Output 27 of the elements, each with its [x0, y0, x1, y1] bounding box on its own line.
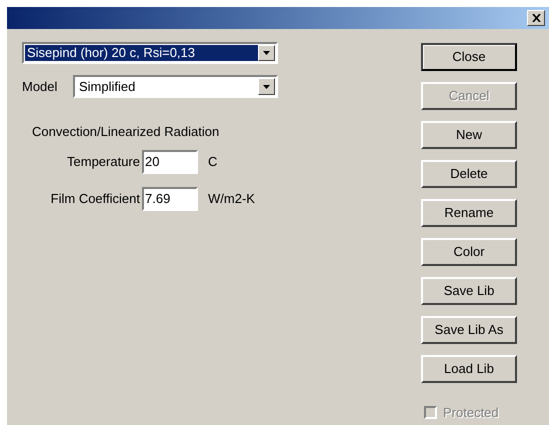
dialog-button[interactable]: Close — [421, 43, 517, 71]
material-dropdown[interactable]: Sisepind (hor) 20 c, Rsi=0,13 — [22, 42, 278, 64]
material-value: Sisepind (hor) 20 c, Rsi=0,13 — [25, 45, 258, 61]
dropdown-arrow-button[interactable] — [258, 45, 275, 61]
dialog-button[interactable]: Save Lib As — [421, 316, 517, 344]
close-button[interactable] — [527, 10, 545, 26]
model-dropdown[interactable]: Simplified — [73, 75, 278, 98]
caret-icon — [263, 51, 270, 55]
dialog-button[interactable]: Color — [421, 238, 517, 266]
close-icon — [532, 14, 540, 22]
dialog-button[interactable]: New — [421, 121, 517, 149]
protected-label: Protected — [443, 404, 499, 422]
dialog-button[interactable]: Load Lib — [421, 355, 517, 383]
model-label: Model — [22, 78, 58, 96]
field-label: Temperature — [66, 152, 141, 171]
dropdown-arrow-button[interactable] — [258, 78, 275, 95]
section-title: Convection/Linearized Radiation — [32, 123, 220, 141]
input-field[interactable]: 20 — [142, 150, 198, 174]
unit-label: W/m2-K — [208, 190, 255, 208]
field-label: Film Coefficient — [50, 190, 141, 208]
dialog-button[interactable]: Save Lib — [421, 277, 517, 305]
unit-label: C — [208, 152, 218, 171]
model-value: Simplified — [78, 78, 136, 96]
dialog-button[interactable]: Rename — [421, 199, 517, 227]
dialog-button[interactable]: Delete — [421, 160, 517, 188]
input-field[interactable]: 7.69 — [142, 186, 198, 210]
caret-icon — [263, 84, 270, 88]
